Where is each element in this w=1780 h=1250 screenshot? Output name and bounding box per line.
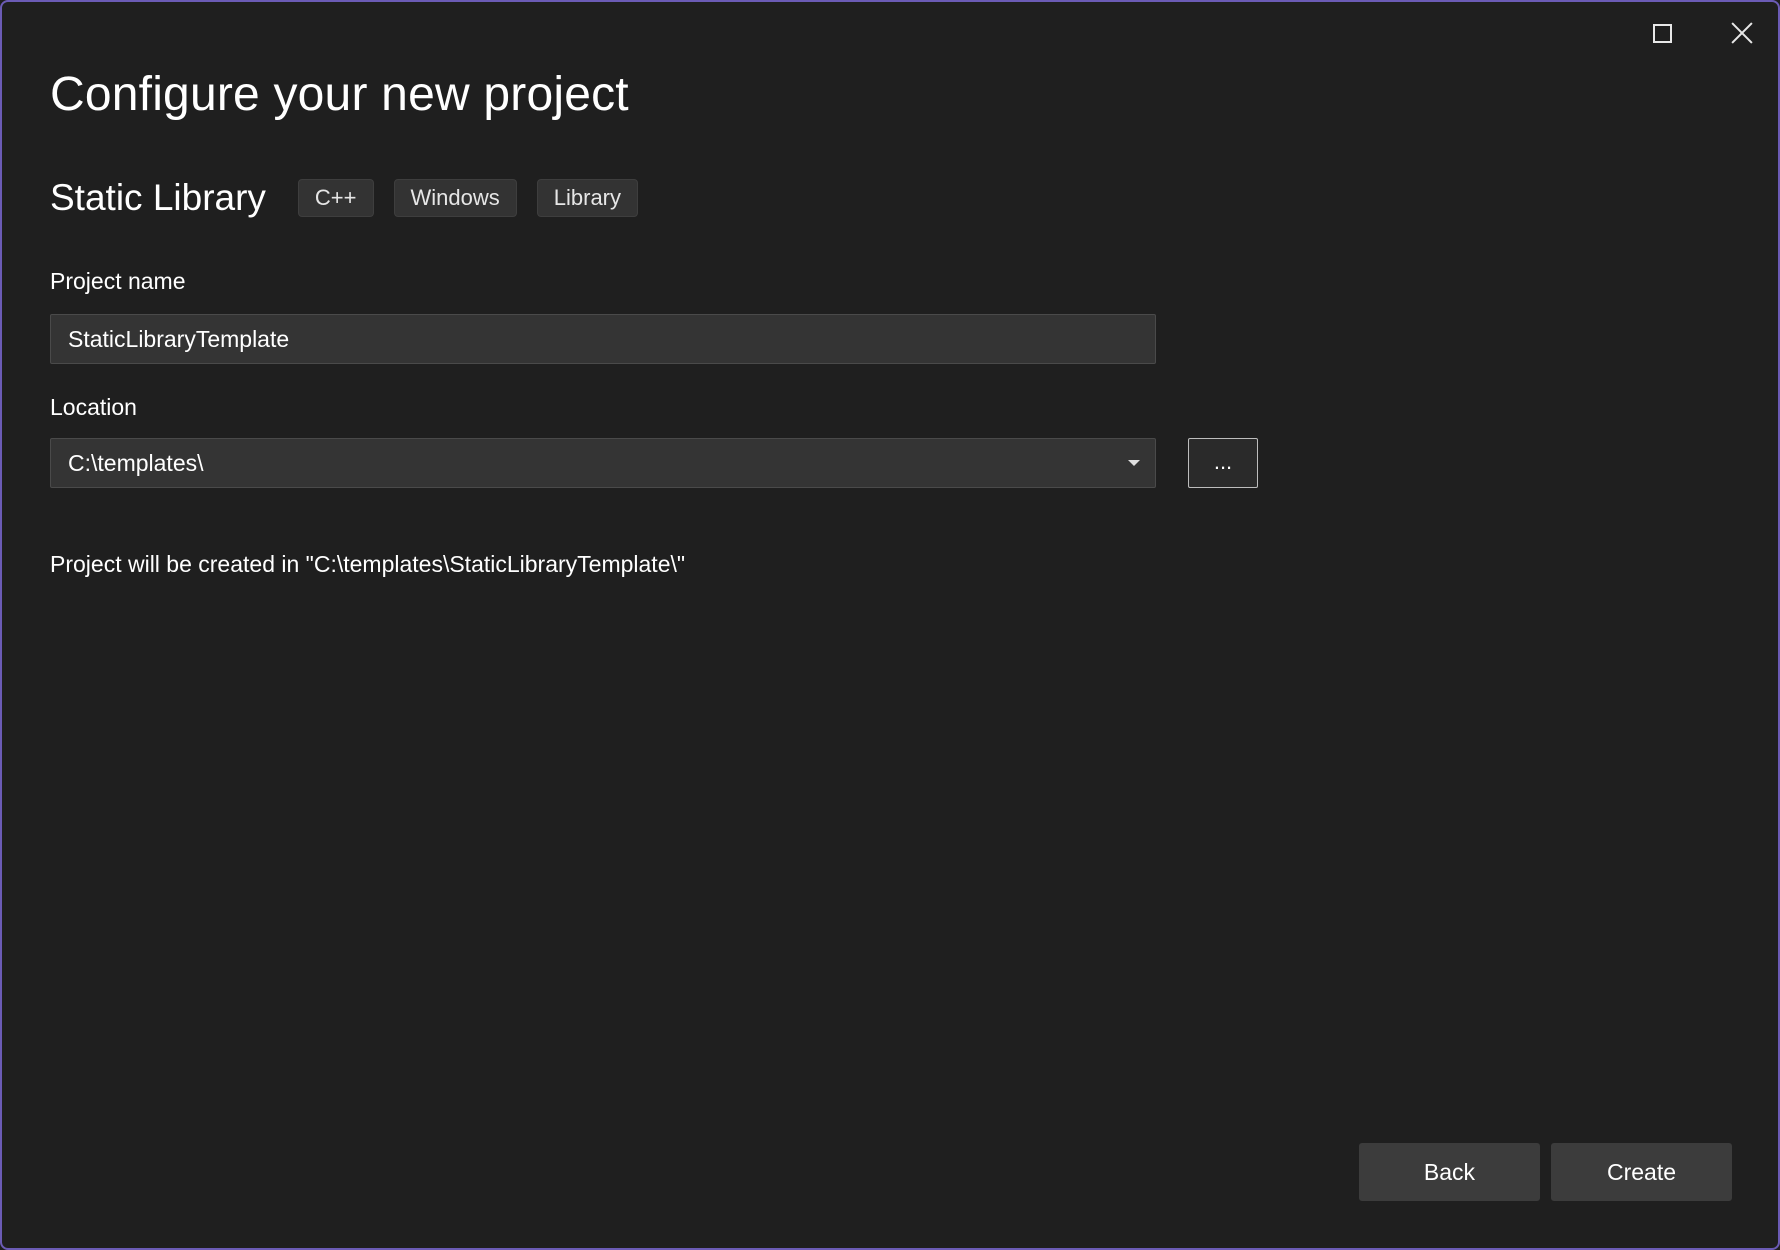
project-name-input[interactable] [50,314,1156,364]
create-button[interactable]: Create [1551,1143,1732,1201]
browse-button[interactable]: ... [1188,438,1258,488]
location-label: Location [50,394,137,420]
maximize-icon [1652,23,1672,43]
chevron-down-icon[interactable] [1128,460,1140,466]
location-combobox[interactable]: C:\templates\ [50,438,1156,488]
project-name-label: Project name [50,268,186,294]
location-value: C:\templates\ [68,449,204,476]
close-icon [1731,22,1753,44]
tag-platform: Windows [393,179,517,217]
created-path-text: Project will be created in "C:\templates… [50,551,686,577]
template-name: Static Library [50,177,266,218]
maximize-button[interactable] [1632,12,1692,54]
tag-project-type: Library [536,179,639,217]
template-info: Static Library C++ Windows Library [50,177,639,219]
back-button[interactable]: Back [1359,1143,1540,1201]
page-title: Configure your new project [50,68,629,121]
tag-language: C++ [297,179,374,217]
close-button[interactable] [1712,12,1772,54]
dialog-window: Configure your new project Static Librar… [0,0,1780,1250]
